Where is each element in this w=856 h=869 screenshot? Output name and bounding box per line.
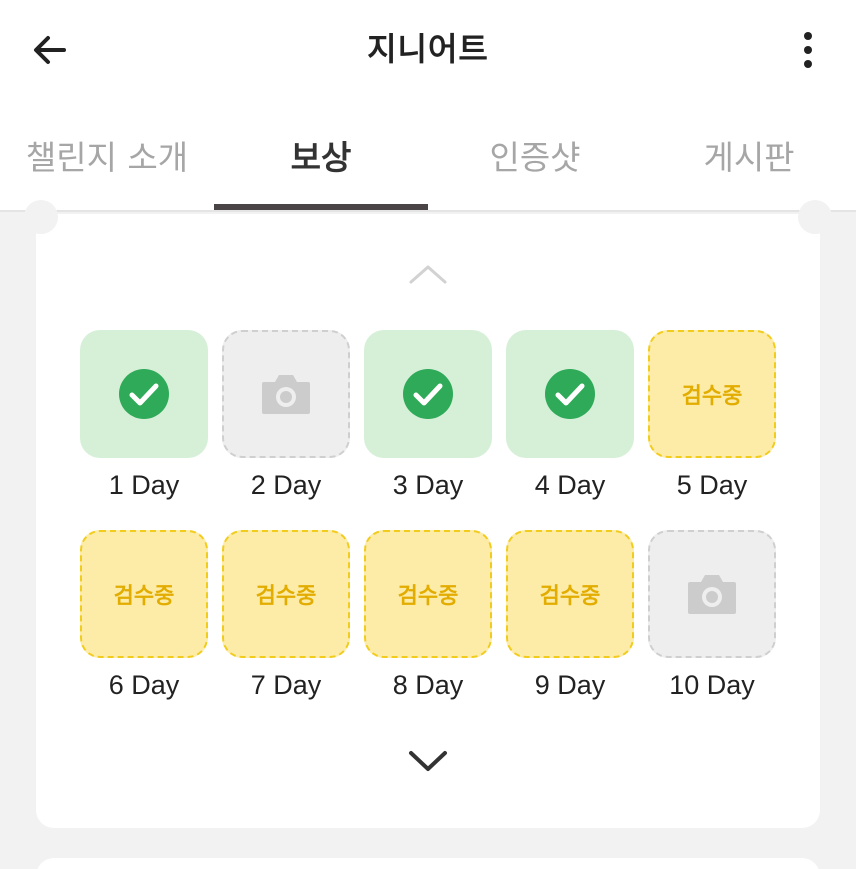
tab-challenge-intro[interactable]: 챌린지 소개: [0, 100, 214, 210]
day-tile-empty[interactable]: [648, 530, 776, 658]
day-label: 3 Day: [392, 470, 464, 500]
next-card: [36, 858, 820, 869]
scroll-down-button[interactable]: [406, 744, 450, 778]
day-label: 9 Day: [534, 670, 606, 700]
scroll-up-button[interactable]: [406, 260, 450, 288]
day-label: 7 Day: [250, 670, 322, 700]
more-menu-button[interactable]: [790, 26, 826, 74]
review-status-text: 검수중: [255, 584, 317, 609]
day-tile-review[interactable]: 검수중: [364, 530, 492, 658]
day-tile-done[interactable]: [80, 330, 208, 458]
day-label: 5 Day: [676, 470, 748, 500]
day-item[interactable]: 검수중 9 Day: [506, 530, 634, 700]
day-item[interactable]: 3 Day: [364, 330, 492, 500]
day-tile-empty[interactable]: [222, 330, 350, 458]
day-item[interactable]: 검수중 7 Day: [222, 530, 350, 700]
review-status-text: 검수중: [397, 584, 459, 609]
tab-board[interactable]: 게시판: [642, 100, 856, 210]
app-header: 지니어트: [0, 0, 856, 100]
day-item[interactable]: 1 Day: [80, 330, 208, 500]
card-notch-left: [24, 200, 58, 234]
more-vertical-icon: [804, 32, 812, 68]
day-tile-review[interactable]: 검수중: [648, 330, 776, 458]
tab-proof-shots[interactable]: 인증샷: [428, 100, 642, 210]
day-label: 8 Day: [392, 670, 464, 700]
card-notch-right: [798, 200, 832, 234]
day-item[interactable]: 검수중 8 Day: [364, 530, 492, 700]
day-tile-review[interactable]: 검수중: [80, 530, 208, 658]
chevron-down-icon: [409, 751, 447, 771]
day-label: 6 Day: [108, 670, 180, 700]
day-tile-review[interactable]: 검수중: [222, 530, 350, 658]
camera-icon: [262, 375, 310, 414]
review-status-text: 검수중: [113, 584, 175, 609]
day-tile-review[interactable]: 검수중: [506, 530, 634, 658]
chevron-up-icon: [409, 265, 447, 284]
day-label: 2 Day: [250, 470, 322, 500]
day-label: 4 Day: [534, 470, 606, 500]
active-tab-indicator: [214, 204, 428, 210]
check-circle-icon: [119, 369, 169, 419]
tab-bar: 챌린지 소개 보상 인증샷 게시판: [0, 100, 856, 212]
tab-reward[interactable]: 보상: [214, 100, 428, 210]
day-item[interactable]: 4 Day: [506, 330, 634, 500]
check-circle-icon: [545, 369, 595, 419]
day-tile-done[interactable]: [506, 330, 634, 458]
day-label: 1 Day: [108, 470, 180, 500]
review-status-text: 검수중: [681, 384, 743, 409]
camera-icon: [688, 575, 736, 614]
day-label: 10 Day: [669, 670, 755, 700]
page-title: 지니어트: [367, 30, 489, 68]
check-circle-icon: [403, 369, 453, 419]
day-item[interactable]: 10 Day: [648, 530, 776, 700]
day-item[interactable]: 검수중 5 Day: [648, 330, 776, 500]
day-item[interactable]: 검수중 6 Day: [80, 530, 208, 700]
reward-card: [36, 214, 820, 828]
review-status-text: 검수중: [539, 584, 601, 609]
day-tile-done[interactable]: [364, 330, 492, 458]
day-item[interactable]: 2 Day: [222, 330, 350, 500]
